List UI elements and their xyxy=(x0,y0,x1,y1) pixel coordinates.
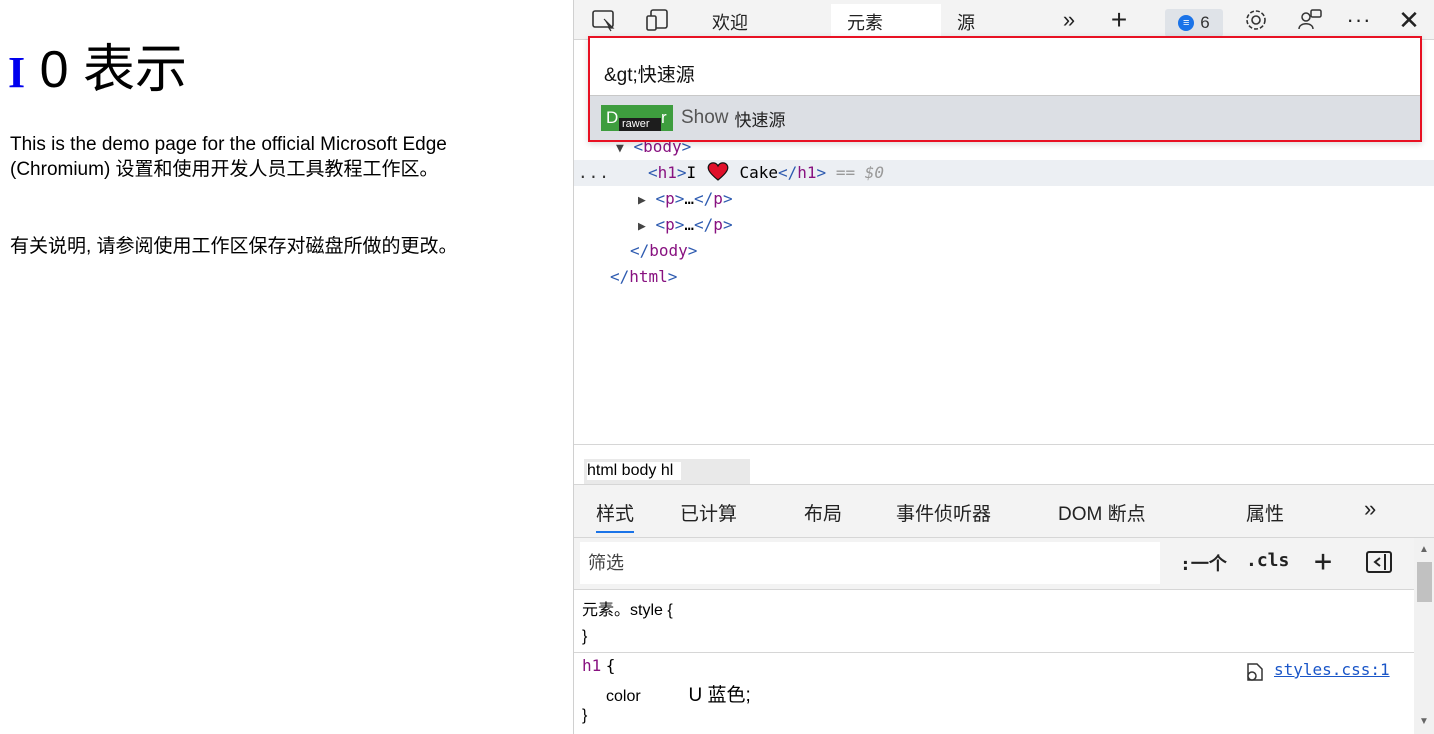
page-heading: I 0 表示 xyxy=(8,40,187,103)
scroll-down-icon[interactable]: ▼ xyxy=(1419,716,1429,727)
css-property[interactable]: color xyxy=(582,688,662,706)
styles-subtabs: 样式 已计算 布局 事件侦听器 DOM 断点 属性 » xyxy=(574,484,1434,538)
result-prefix: Show xyxy=(681,107,729,128)
new-rule-icon[interactable]: + xyxy=(1314,544,1332,579)
tree-node-p[interactable]: ▶ <p>…</p> xyxy=(638,186,733,212)
dom-tree: ... ▼ <body> <h1>I Cake</h1> == $0 ▶ <p>… xyxy=(574,137,1434,444)
tab-properties[interactable]: 属性 xyxy=(1246,499,1284,526)
issues-count: 6 xyxy=(1200,13,1210,32)
command-menu-input[interactable]: &gt;快速源 xyxy=(590,38,1420,95)
issues-icon: ≡ xyxy=(1178,15,1195,31)
command-menu: &gt;快速源 D rawer r Show 快速源 xyxy=(588,36,1422,142)
expand-triangle-icon[interactable]: ▶ xyxy=(638,193,646,208)
rule-selector[interactable]: h1 xyxy=(582,656,601,675)
demo-page: I 0 表示 This is the demo page for the off… xyxy=(0,0,573,734)
command-menu-result[interactable]: D rawer r Show 快速源 xyxy=(590,95,1420,140)
tree-node-h1[interactable]: <h1>I Cake</h1> == $0 xyxy=(648,160,884,186)
node-actions-dots[interactable]: ... xyxy=(578,160,610,186)
tree-node-p[interactable]: ▶ <p>…</p> xyxy=(638,212,733,238)
toggle-sidebar-icon[interactable] xyxy=(1366,551,1392,578)
tree-node-html-close[interactable]: </html> xyxy=(610,264,677,290)
tab-event-listeners[interactable]: 事件侦听器 xyxy=(896,499,991,526)
collapse-triangle-icon[interactable]: ▼ xyxy=(616,141,624,156)
result-name: 快速源 xyxy=(734,110,786,130)
styles-pane: 元素。style { } h1 { color U 蓝色; } styles.c… xyxy=(574,590,1414,734)
feedback-icon[interactable] xyxy=(1294,0,1326,40)
h1-rule-close: } xyxy=(582,707,588,724)
intro-paragraph: This is the demo page for the official M… xyxy=(10,134,447,180)
filter-input[interactable] xyxy=(580,542,1160,584)
tab-computed[interactable]: 已计算 xyxy=(680,499,737,526)
tree-node-body-close[interactable]: </body> xyxy=(630,238,697,264)
tab-styles[interactable]: 样式 xyxy=(596,499,635,533)
element-style-rule: 元素。style { } xyxy=(582,598,673,650)
more-subtabs-icon[interactable]: » xyxy=(1364,496,1376,522)
result-category-tail: r xyxy=(661,108,667,127)
css-value[interactable]: U 蓝色; xyxy=(688,680,750,707)
breadcrumb: html body hl xyxy=(574,444,1434,485)
tab-welcome[interactable]: 欢迎 xyxy=(696,4,764,40)
more-tabs-icon[interactable]: » xyxy=(1054,0,1084,40)
h1-style-rule: h1 { color U 蓝色; } xyxy=(582,656,751,724)
tab-elements[interactable]: 元素 xyxy=(831,4,941,40)
heart-icon xyxy=(706,162,730,182)
result-category-sub: rawer xyxy=(619,118,661,131)
more-options-icon[interactable]: ··· xyxy=(1344,0,1374,40)
breadcrumb-path[interactable]: html body hl xyxy=(584,459,750,485)
devtools-panel: 欢迎 元素 源 » + ≡ 6 ··· ✕ &gt;快速源 D rawer r … xyxy=(573,0,1434,734)
scrollbar-thumb[interactable] xyxy=(1417,562,1432,602)
result-category-letter: D xyxy=(606,108,619,127)
expand-triangle-icon[interactable]: ▶ xyxy=(638,219,646,234)
issues-button[interactable]: ≡ 6 xyxy=(1165,9,1223,37)
instructions-paragraph: 有关说明, 请参阅使用工作区保存对磁盘所做的更改。 xyxy=(10,236,458,257)
add-tab-icon[interactable]: + xyxy=(1104,0,1134,40)
inspect-icon[interactable] xyxy=(586,0,622,40)
rule-divider xyxy=(574,652,1414,653)
scroll-up-icon[interactable]: ▲ xyxy=(1419,544,1429,555)
styles-scrollbar[interactable]: ▲ ▼ xyxy=(1414,538,1434,734)
styles-filter-bar: :一个 .cls + xyxy=(574,538,1414,590)
close-icon[interactable]: ✕ xyxy=(1394,0,1424,40)
source-file-icon xyxy=(1244,662,1266,687)
class-toggle[interactable]: .cls xyxy=(1246,550,1289,571)
device-emulation-icon[interactable] xyxy=(640,0,676,40)
devtools-toolbar: 欢迎 元素 源 » + ≡ 6 ··· ✕ xyxy=(574,0,1434,40)
result-category-chip: D rawer r xyxy=(601,105,673,131)
element-style-label: 元素。style { xyxy=(582,602,673,619)
settings-icon[interactable] xyxy=(1240,0,1272,40)
tab-layout[interactable]: 布局 xyxy=(804,499,842,526)
source-link[interactable]: styles.css:1 xyxy=(1274,660,1390,679)
heading-letter-i: I xyxy=(8,48,26,97)
element-style-close: } xyxy=(582,628,588,645)
hover-state-toggle[interactable]: :一个 xyxy=(1180,550,1227,576)
selected-marker: == $0 xyxy=(835,163,884,182)
tab-dom-breakpoints[interactable]: DOM 断点 xyxy=(1058,499,1146,526)
tab-sources[interactable]: 源 xyxy=(941,4,991,40)
heading-rest: 0 表示 xyxy=(39,41,187,99)
